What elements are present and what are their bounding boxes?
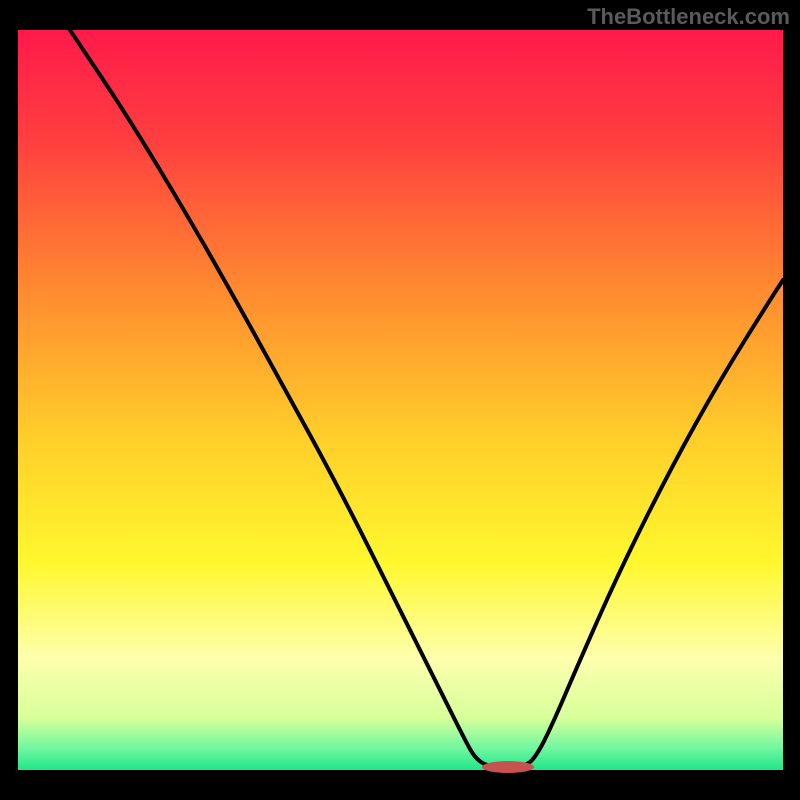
optimal-marker <box>482 761 534 773</box>
chart-container: TheBottleneck.com <box>0 0 800 800</box>
watermark-text: TheBottleneck.com <box>587 4 790 30</box>
plot-area <box>18 30 783 770</box>
bottleneck-chart <box>0 0 800 800</box>
